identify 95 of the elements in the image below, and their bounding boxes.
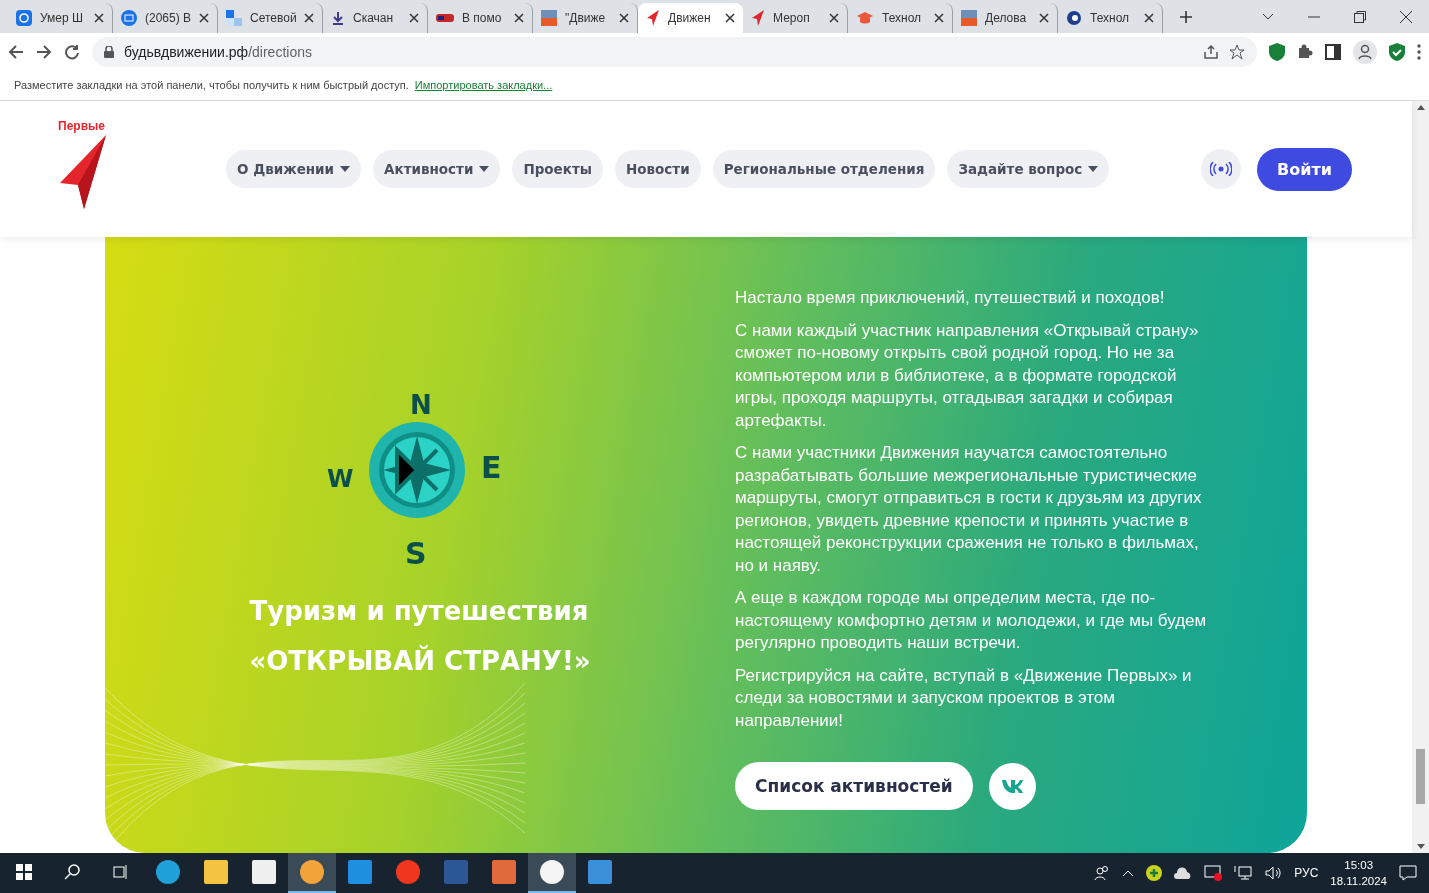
- scrollbar-thumb[interactable]: [1416, 749, 1425, 804]
- description-paragraph: А еще в каждом городе мы определим места, где по-настоящему комфортно детям и молодежи, и где мы будем регулярно проводить наши встречи.: [735, 587, 1208, 654]
- logo-icon: [436, 14, 454, 22]
- app-icon: [348, 860, 372, 884]
- broadcast-icon: [1210, 162, 1233, 176]
- address-bar[interactable]: будьвдвижении.рф/directions: [92, 36, 1257, 67]
- arrow-logo-icon[interactable]: [58, 133, 108, 209]
- description-paragraph: Регистрируйся на сайте, вступай в «Движение Первых» и следи за новостями и запуском проектов в этом направлении!: [735, 664, 1193, 732]
- close-icon[interactable]: [829, 13, 839, 23]
- scrollbar[interactable]: [1412, 101, 1429, 853]
- chevron-up-icon[interactable]: [1122, 869, 1135, 877]
- bookmarks-hint: Разместите закладки на этой панели, чтобы получить к ним быстрый доступ.: [14, 79, 409, 91]
- browser-tab[interactable]: Движен: [638, 3, 743, 33]
- back-arrow-icon[interactable]: [8, 43, 24, 60]
- share-icon[interactable]: [1203, 43, 1219, 60]
- side-panel-icon[interactable]: [1325, 43, 1341, 60]
- broadcast-button[interactable]: [1201, 149, 1242, 189]
- nav-item[interactable]: Региональные отделения: [712, 150, 936, 188]
- restore-icon[interactable]: [1354, 10, 1366, 23]
- nav-item[interactable]: Новости: [614, 150, 701, 188]
- close-icon[interactable]: [725, 13, 735, 23]
- close-icon[interactable]: [1039, 13, 1049, 23]
- reload-icon[interactable]: [64, 43, 80, 60]
- shield-check-icon[interactable]: [1389, 42, 1405, 61]
- app-icon: [300, 860, 324, 884]
- scroll-down-icon[interactable]: [1416, 844, 1425, 849]
- nav-item[interactable]: Активности: [373, 150, 501, 188]
- caret-icon: [1088, 166, 1099, 172]
- nav-item[interactable]: О Движении: [226, 150, 362, 188]
- vk-logo-icon: [1001, 779, 1024, 793]
- envelope-icon: [121, 10, 137, 26]
- arrow-logo-icon: [646, 10, 660, 26]
- at-sign-icon: [16, 10, 32, 26]
- close-icon[interactable]: [934, 13, 944, 23]
- import-bookmarks-link[interactable]: Импортировать закладки...: [414, 79, 553, 91]
- app-icon: [156, 860, 180, 884]
- notifications-icon[interactable]: [1399, 865, 1417, 881]
- cloud-icon[interactable]: [1174, 867, 1193, 879]
- login-button[interactable]: Войти: [1257, 147, 1352, 191]
- download-icon: [331, 11, 345, 25]
- network-icon[interactable]: [1234, 865, 1253, 881]
- app-icon: [444, 860, 468, 884]
- people-icon[interactable]: [1094, 865, 1111, 881]
- star-icon[interactable]: [1229, 43, 1245, 60]
- close-icon[interactable]: [94, 13, 104, 23]
- chevron-down-icon[interactable]: [1262, 12, 1274, 21]
- caret-icon: [479, 166, 490, 172]
- app-icon: [252, 860, 276, 884]
- logo-icon: [961, 10, 977, 26]
- task-view-icon[interactable]: [112, 864, 128, 880]
- globe-icon: [1066, 10, 1082, 26]
- lock-icon: [104, 45, 114, 58]
- close-icon[interactable]: [1144, 13, 1154, 23]
- clock-date[interactable]: 18.11.2024: [1330, 873, 1387, 889]
- scroll-up-icon[interactable]: [1416, 105, 1425, 110]
- graduation-cap-icon: [856, 11, 874, 25]
- close-icon[interactable]: [619, 13, 629, 23]
- close-icon[interactable]: [409, 13, 419, 23]
- description-paragraph: Настало время приключений, путешествий и походов!: [735, 287, 1166, 309]
- close-icon[interactable]: [1400, 10, 1412, 23]
- language-indicator[interactable]: РУС: [1294, 866, 1319, 880]
- app-icon: [396, 860, 420, 884]
- close-icon[interactable]: [304, 13, 314, 23]
- logo-text[interactable]: Первые: [58, 119, 105, 133]
- shield-icon[interactable]: [1269, 42, 1285, 61]
- close-icon[interactable]: [514, 13, 524, 23]
- clock-time[interactable]: 15:03: [1344, 857, 1374, 873]
- plus-icon[interactable]: [1179, 9, 1193, 24]
- description-paragraph: С нами участники Движения научатся самостоятельно разрабатывать большие межрегиональные туристические маршруты, смогут отправиться в гости к друзьям из других регионов, увидеть древние крепости и принять участие в настоящей реконструкции сражения не только в фильмах, но и наяву.: [735, 442, 1203, 577]
- forward-arrow-icon[interactable]: [36, 43, 52, 60]
- description-paragraph: С нами каждый участник направления «Открывай страну» сможет по-новому открыть свой родной город. Но не за компьютером или в библиотеке, а в формате городской игры, проходя маршруты, отгадывая загадки и собирая артефакты.: [735, 319, 1200, 432]
- more-icon[interactable]: [1417, 43, 1421, 60]
- arrow-logo-icon: [751, 10, 765, 26]
- search-icon[interactable]: [64, 864, 80, 880]
- app-icon: [588, 860, 612, 884]
- squares-icon: [226, 10, 242, 26]
- puzzle-icon[interactable]: [1297, 43, 1313, 60]
- windows-logo-icon[interactable]: [16, 864, 32, 880]
- activities-list-button[interactable]: Список активностей: [735, 762, 973, 810]
- nav-item[interactable]: Проекты: [512, 150, 603, 188]
- speaker-icon[interactable]: [1264, 865, 1283, 881]
- logo-icon: [541, 10, 557, 26]
- app-icon: [540, 860, 564, 884]
- app-icon: [492, 860, 516, 884]
- caret-icon: [340, 166, 351, 172]
- direction-title: Туризм и путешествия: [249, 595, 590, 628]
- close-icon[interactable]: [199, 13, 209, 23]
- minimize-icon[interactable]: [1308, 15, 1320, 18]
- app-icon: [204, 860, 228, 884]
- profile-icon[interactable]: [1353, 39, 1377, 64]
- direction-subtitle: «ОТКРЫВАЙ СТРАНУ!»: [249, 644, 591, 678]
- nav-item[interactable]: Задайте вопрос: [947, 150, 1110, 188]
- compass-drawing: N E S W: [325, 392, 515, 572]
- plus-circle-icon[interactable]: [1146, 865, 1163, 881]
- monitor-alert-icon[interactable]: [1204, 865, 1223, 881]
